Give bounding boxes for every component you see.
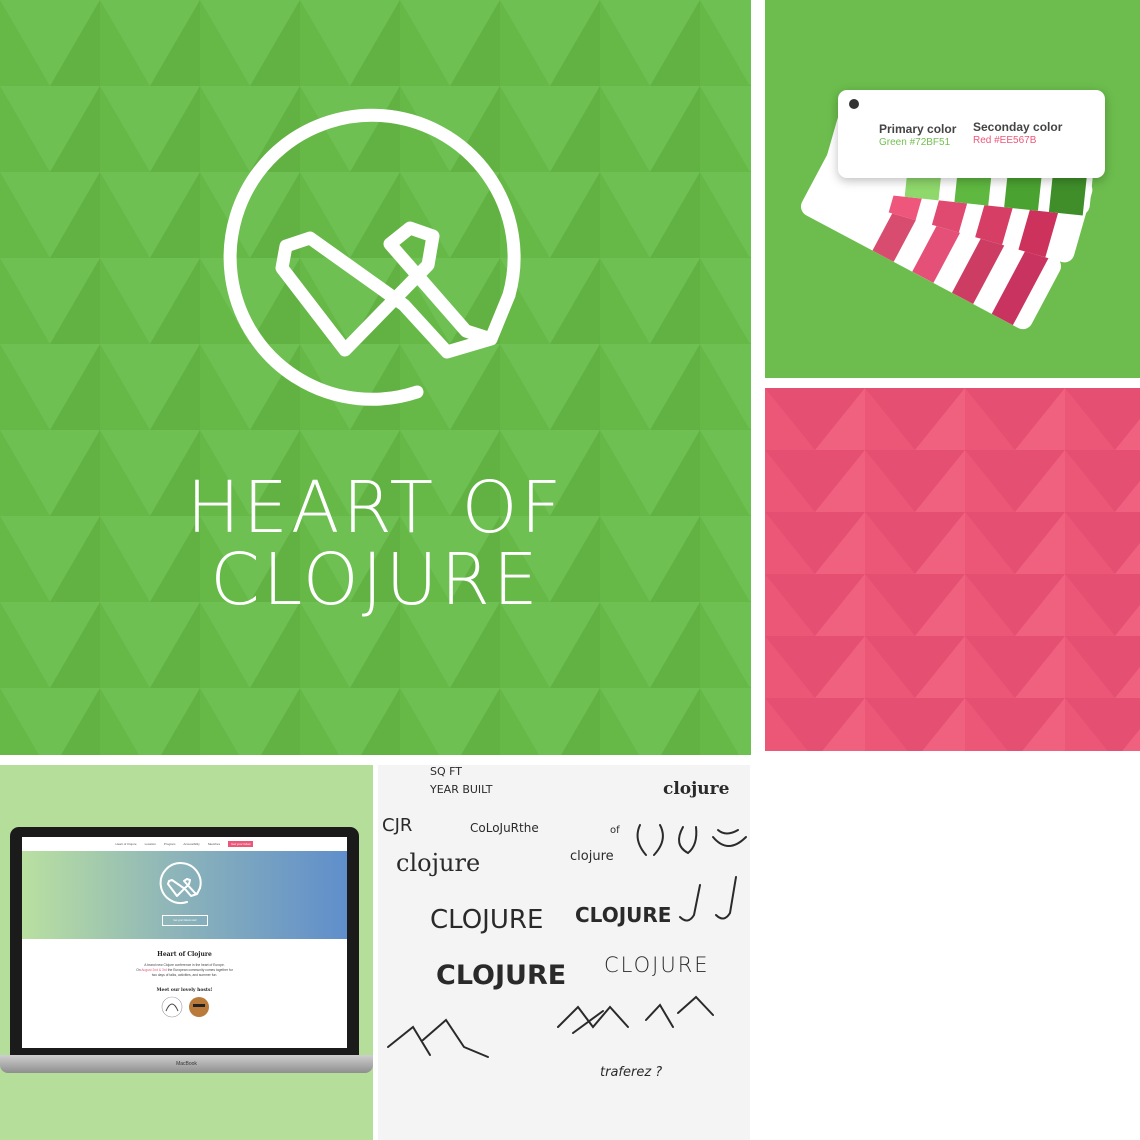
site-hero: Get your tickets now! [22, 851, 347, 939]
color-fan-swatches [800, 95, 1098, 330]
intro-line-3: two days of talks, activities, and summe… [151, 973, 218, 977]
site-nav: Heart of Clojure Location Program Access… [22, 837, 347, 851]
palette-card: Primary color Green #72BF51 Seconday col… [838, 90, 1105, 178]
website-screenshot: Heart of Clojure Location Program Access… [22, 837, 347, 1048]
nav-item-sketches[interactable]: Sketches [208, 842, 220, 846]
intro-pre: On [136, 968, 141, 972]
laptop-mockup-tile: Heart of Clojure Location Program Access… [0, 765, 373, 1140]
nav-item-accessibility[interactable]: Accessibility [183, 842, 199, 846]
macbook-label: MacBook [176, 1061, 197, 1067]
pink-pattern-tile [765, 388, 1140, 751]
card-hole [849, 99, 859, 109]
hero-ticket-button[interactable]: Get your tickets now! [162, 915, 208, 926]
nav-item-location[interactable]: Location [145, 842, 156, 846]
host-avatar-1 [161, 996, 183, 1018]
pink-triangle-pattern [765, 388, 1140, 751]
sketch-tile: SQ FT YEAR BUILT clojure CJR CoLoJuRthe … [378, 765, 750, 1140]
nav-ticket-button[interactable]: Get your ticket [228, 841, 254, 847]
laptop-screen: Heart of Clojure Location Program Access… [10, 827, 359, 1055]
host-avatars [161, 996, 209, 1018]
brand-line-2: CLOJURE [210, 538, 541, 621]
palette-tile [765, 0, 1140, 378]
site-intro: A brand new Clojure conference in the he… [22, 963, 347, 978]
nav-item-program[interactable]: Program [164, 842, 176, 846]
sketch-doodles [387, 824, 747, 1058]
primary-color-title: Primary color [879, 122, 957, 136]
intro-post: the European community comes together fo… [167, 968, 233, 972]
primary-color-value: Green #72BF51 [879, 137, 951, 148]
site-title: Heart of Clojure [157, 951, 212, 958]
intro-dates: August 2nd & 3rd [141, 968, 167, 972]
brand-line-1: HEART OF [186, 466, 565, 549]
secondary-color-value: Red #EE567B [973, 135, 1037, 146]
secondary-color-title: Seconday color [973, 120, 1063, 134]
triangle-pattern [0, 0, 751, 755]
nav-item-heart-of-clojure[interactable]: Heart of Clojure [116, 842, 137, 846]
logo-tile: HEART OF CLOJURE [0, 0, 751, 755]
